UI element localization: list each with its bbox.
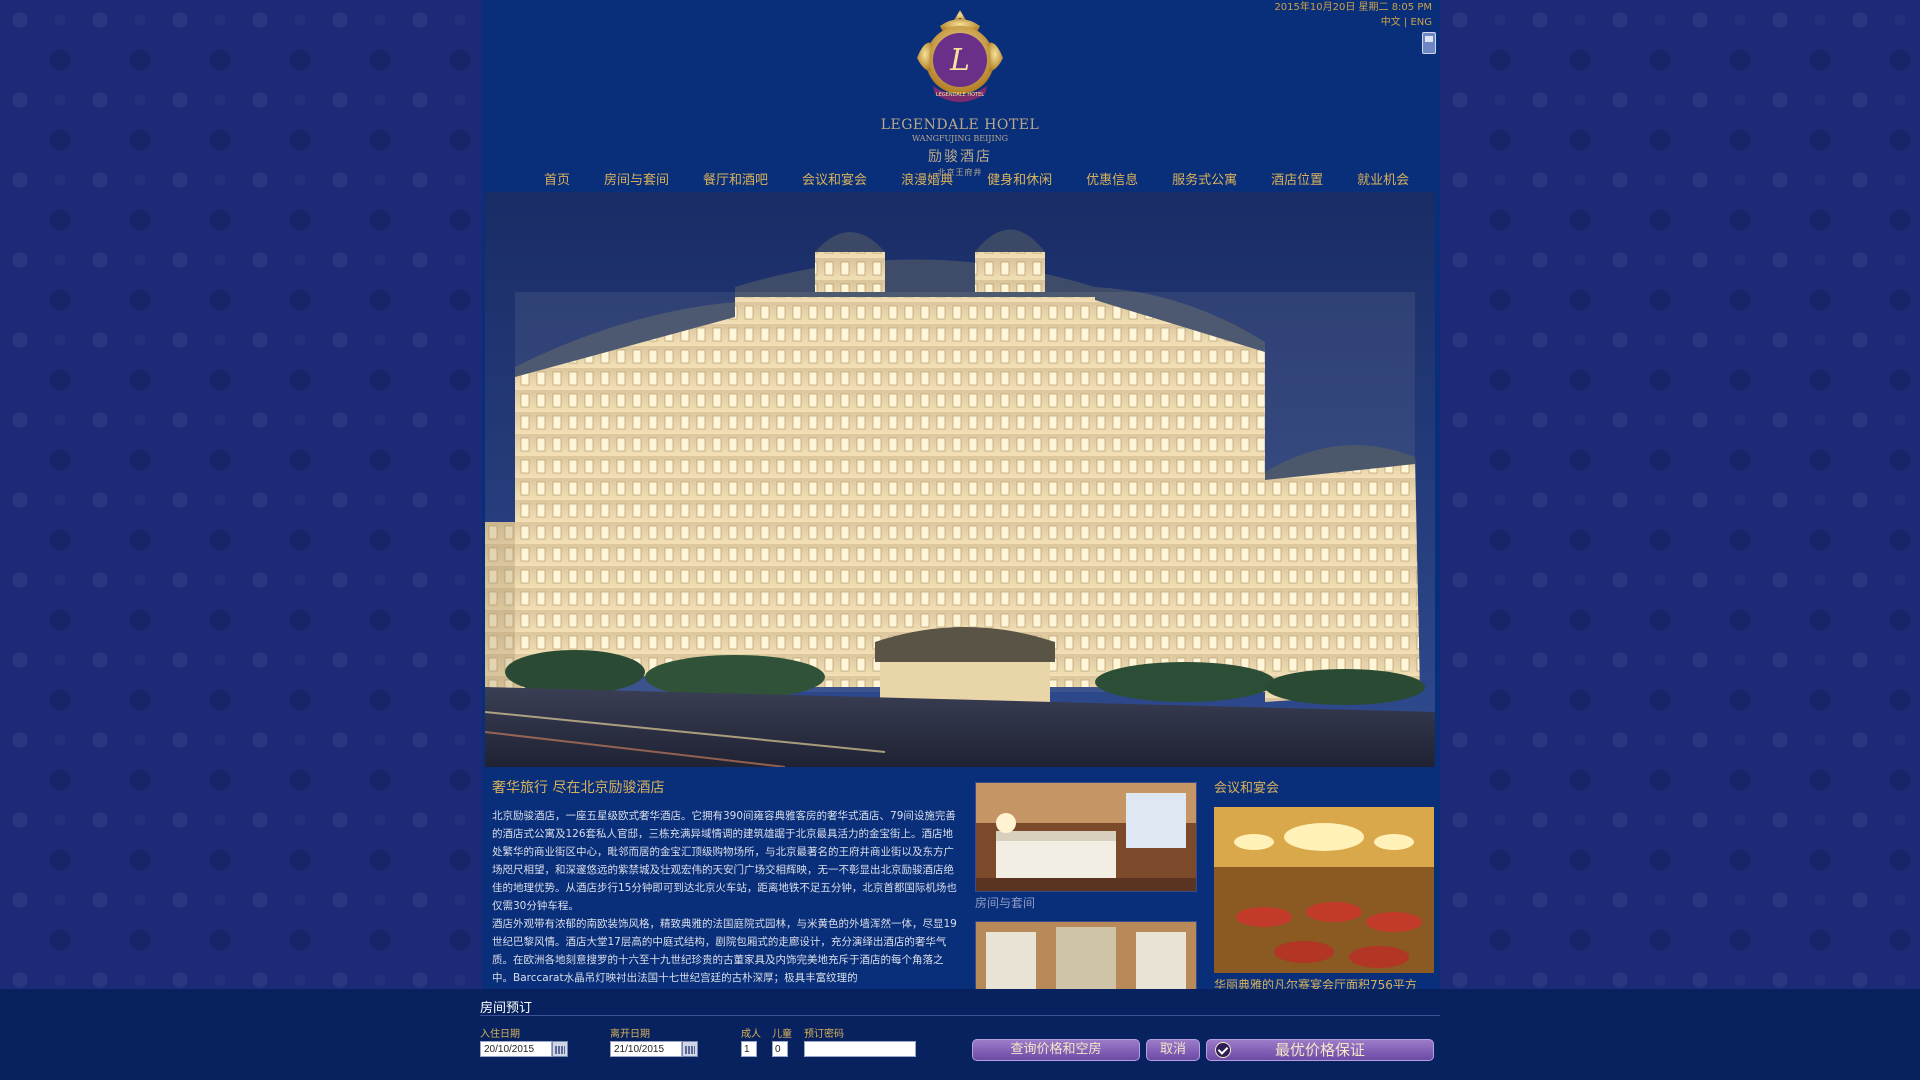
search-availability-button[interactable]: 查询价格和空房 bbox=[972, 1039, 1140, 1061]
logo-monogram: L bbox=[949, 43, 970, 78]
logo-ribbon-text: LEGENDALE HOTEL bbox=[936, 92, 984, 98]
intro-heading: 奢华旅行 尽在北京励骏酒店 bbox=[492, 780, 665, 796]
nav-location[interactable]: 酒店位置 bbox=[1254, 172, 1340, 190]
nav-careers[interactable]: 就业机会 bbox=[1340, 172, 1426, 190]
booking-title: 房间预订 bbox=[480, 1001, 533, 1016]
intro-paragraph-2: 酒店外观带有浓郁的南欧装饰风格，精致典雅的法国庭院式园林，与米黄色的外墙浑然一体… bbox=[492, 918, 957, 984]
logo-name-en: LEGENDALE HOTEL bbox=[880, 117, 1040, 133]
hotel-logo[interactable]: L LEGENDALE HOTEL LEGENDALE HOTEL WANGFU… bbox=[860, 8, 1060, 178]
lang-chinese-link[interactable]: 中文 bbox=[1381, 17, 1401, 28]
lang-separator: | bbox=[1403, 17, 1408, 28]
language-switcher: 中文 | ENG bbox=[1274, 15, 1432, 30]
nav-dining[interactable]: 餐厅和酒吧 bbox=[686, 172, 785, 190]
main-panel: 2015年10月20日 星期二 8:05 PM 中文 | ENG L LEGEN… bbox=[482, 0, 1440, 1080]
nav-apartments[interactable]: 服务式公寓 bbox=[1155, 172, 1254, 190]
mobile-icon[interactable] bbox=[1422, 32, 1436, 54]
cancel-button[interactable]: 取消 bbox=[1146, 1039, 1200, 1061]
header-info: 2015年10月20日 星期二 8:05 PM 中文 | ENG bbox=[1274, 0, 1432, 30]
promo-code-input[interactable] bbox=[804, 1041, 916, 1057]
checkout-label: 离开日期 bbox=[610, 1029, 650, 1040]
nav-rooms[interactable]: 房间与套间 bbox=[587, 172, 686, 190]
checkin-calendar-icon[interactable] bbox=[552, 1041, 568, 1057]
checkin-date-input[interactable] bbox=[480, 1041, 552, 1057]
nav-fitness[interactable]: 健身和休闲 bbox=[970, 172, 1069, 190]
nav-offers[interactable]: 优惠信息 bbox=[1069, 172, 1155, 190]
check-icon bbox=[1215, 1042, 1231, 1058]
crest-emblem: L LEGENDALE HOTEL bbox=[905, 8, 1015, 113]
rooms-thumbnail[interactable] bbox=[975, 782, 1197, 892]
rooms-caption[interactable]: 房间与套间 bbox=[975, 894, 1203, 911]
intro-paragraph-1: 北京励骏酒店，一座五星级欧式奢华酒店。它拥有390间雍容典雅客房的奢华式酒店、7… bbox=[492, 810, 957, 912]
main-nav: 首页 房间与套间 餐厅和酒吧 会议和宴会 浪漫婚典 健身和休闲 优惠信息 服务式… bbox=[527, 172, 1426, 190]
booking-divider bbox=[480, 1015, 1440, 1016]
logo-location-en: WANGFUJING BEIJING bbox=[911, 134, 1008, 143]
best-price-guarantee-button[interactable]: 最优价格保证 bbox=[1206, 1039, 1434, 1061]
best-price-label: 最优价格保证 bbox=[1274, 1041, 1365, 1059]
adults-input[interactable] bbox=[741, 1041, 757, 1057]
rooms-section: 房间与套间 bbox=[975, 782, 1203, 993]
checkout-date-input[interactable] bbox=[610, 1041, 682, 1057]
checkout-calendar-icon[interactable] bbox=[682, 1041, 698, 1057]
rooms-thumbnail-2[interactable] bbox=[975, 921, 1197, 993]
lang-english-link[interactable]: ENG bbox=[1410, 17, 1432, 28]
hero-hotel-image bbox=[485, 192, 1435, 767]
nav-home[interactable]: 首页 bbox=[527, 172, 587, 190]
children-input[interactable] bbox=[772, 1041, 788, 1057]
banquet-hall-image[interactable] bbox=[1214, 807, 1434, 973]
adults-label: 成人 bbox=[741, 1029, 761, 1040]
nav-meetings[interactable]: 会议和宴会 bbox=[785, 172, 884, 190]
checkin-label: 入住日期 bbox=[480, 1029, 520, 1040]
content-area: 奢华旅行 尽在北京励骏酒店 北京励骏酒店，一座五星级欧式奢华酒店。它拥有390间… bbox=[482, 767, 1440, 993]
children-label: 儿童 bbox=[772, 1029, 792, 1040]
booking-bar: 房间预订 入住日期 离开日期 成人 儿童 预订密码 查询价格和空房 取消 最优价… bbox=[0, 989, 1920, 1080]
booking-form: 房间预订 入住日期 离开日期 成人 儿童 预订密码 查询价格和空房 取消 最优价… bbox=[480, 989, 1440, 1080]
datetime: 2015年10月20日 星期二 8:05 PM bbox=[1274, 2, 1432, 13]
promo-code-label: 预订密码 bbox=[804, 1029, 844, 1040]
nav-weddings[interactable]: 浪漫婚典 bbox=[884, 172, 970, 190]
intro-paragraph: 北京励骏酒店，一座五星级欧式奢华酒店。它拥有390间雍容典雅客房的奢华式酒店、7… bbox=[492, 807, 962, 987]
meetings-heading[interactable]: 会议和宴会 bbox=[1214, 777, 1436, 796]
meetings-section: 会议和宴会 华丽典雅的凡尔赛宴会厅面积756平方 bbox=[1214, 777, 1436, 993]
logo-name-cn: 励骏酒店 bbox=[928, 149, 992, 165]
intro-section: 奢华旅行 尽在北京励骏酒店 北京励骏酒店，一座五星级欧式奢华酒店。它拥有390间… bbox=[492, 777, 962, 987]
